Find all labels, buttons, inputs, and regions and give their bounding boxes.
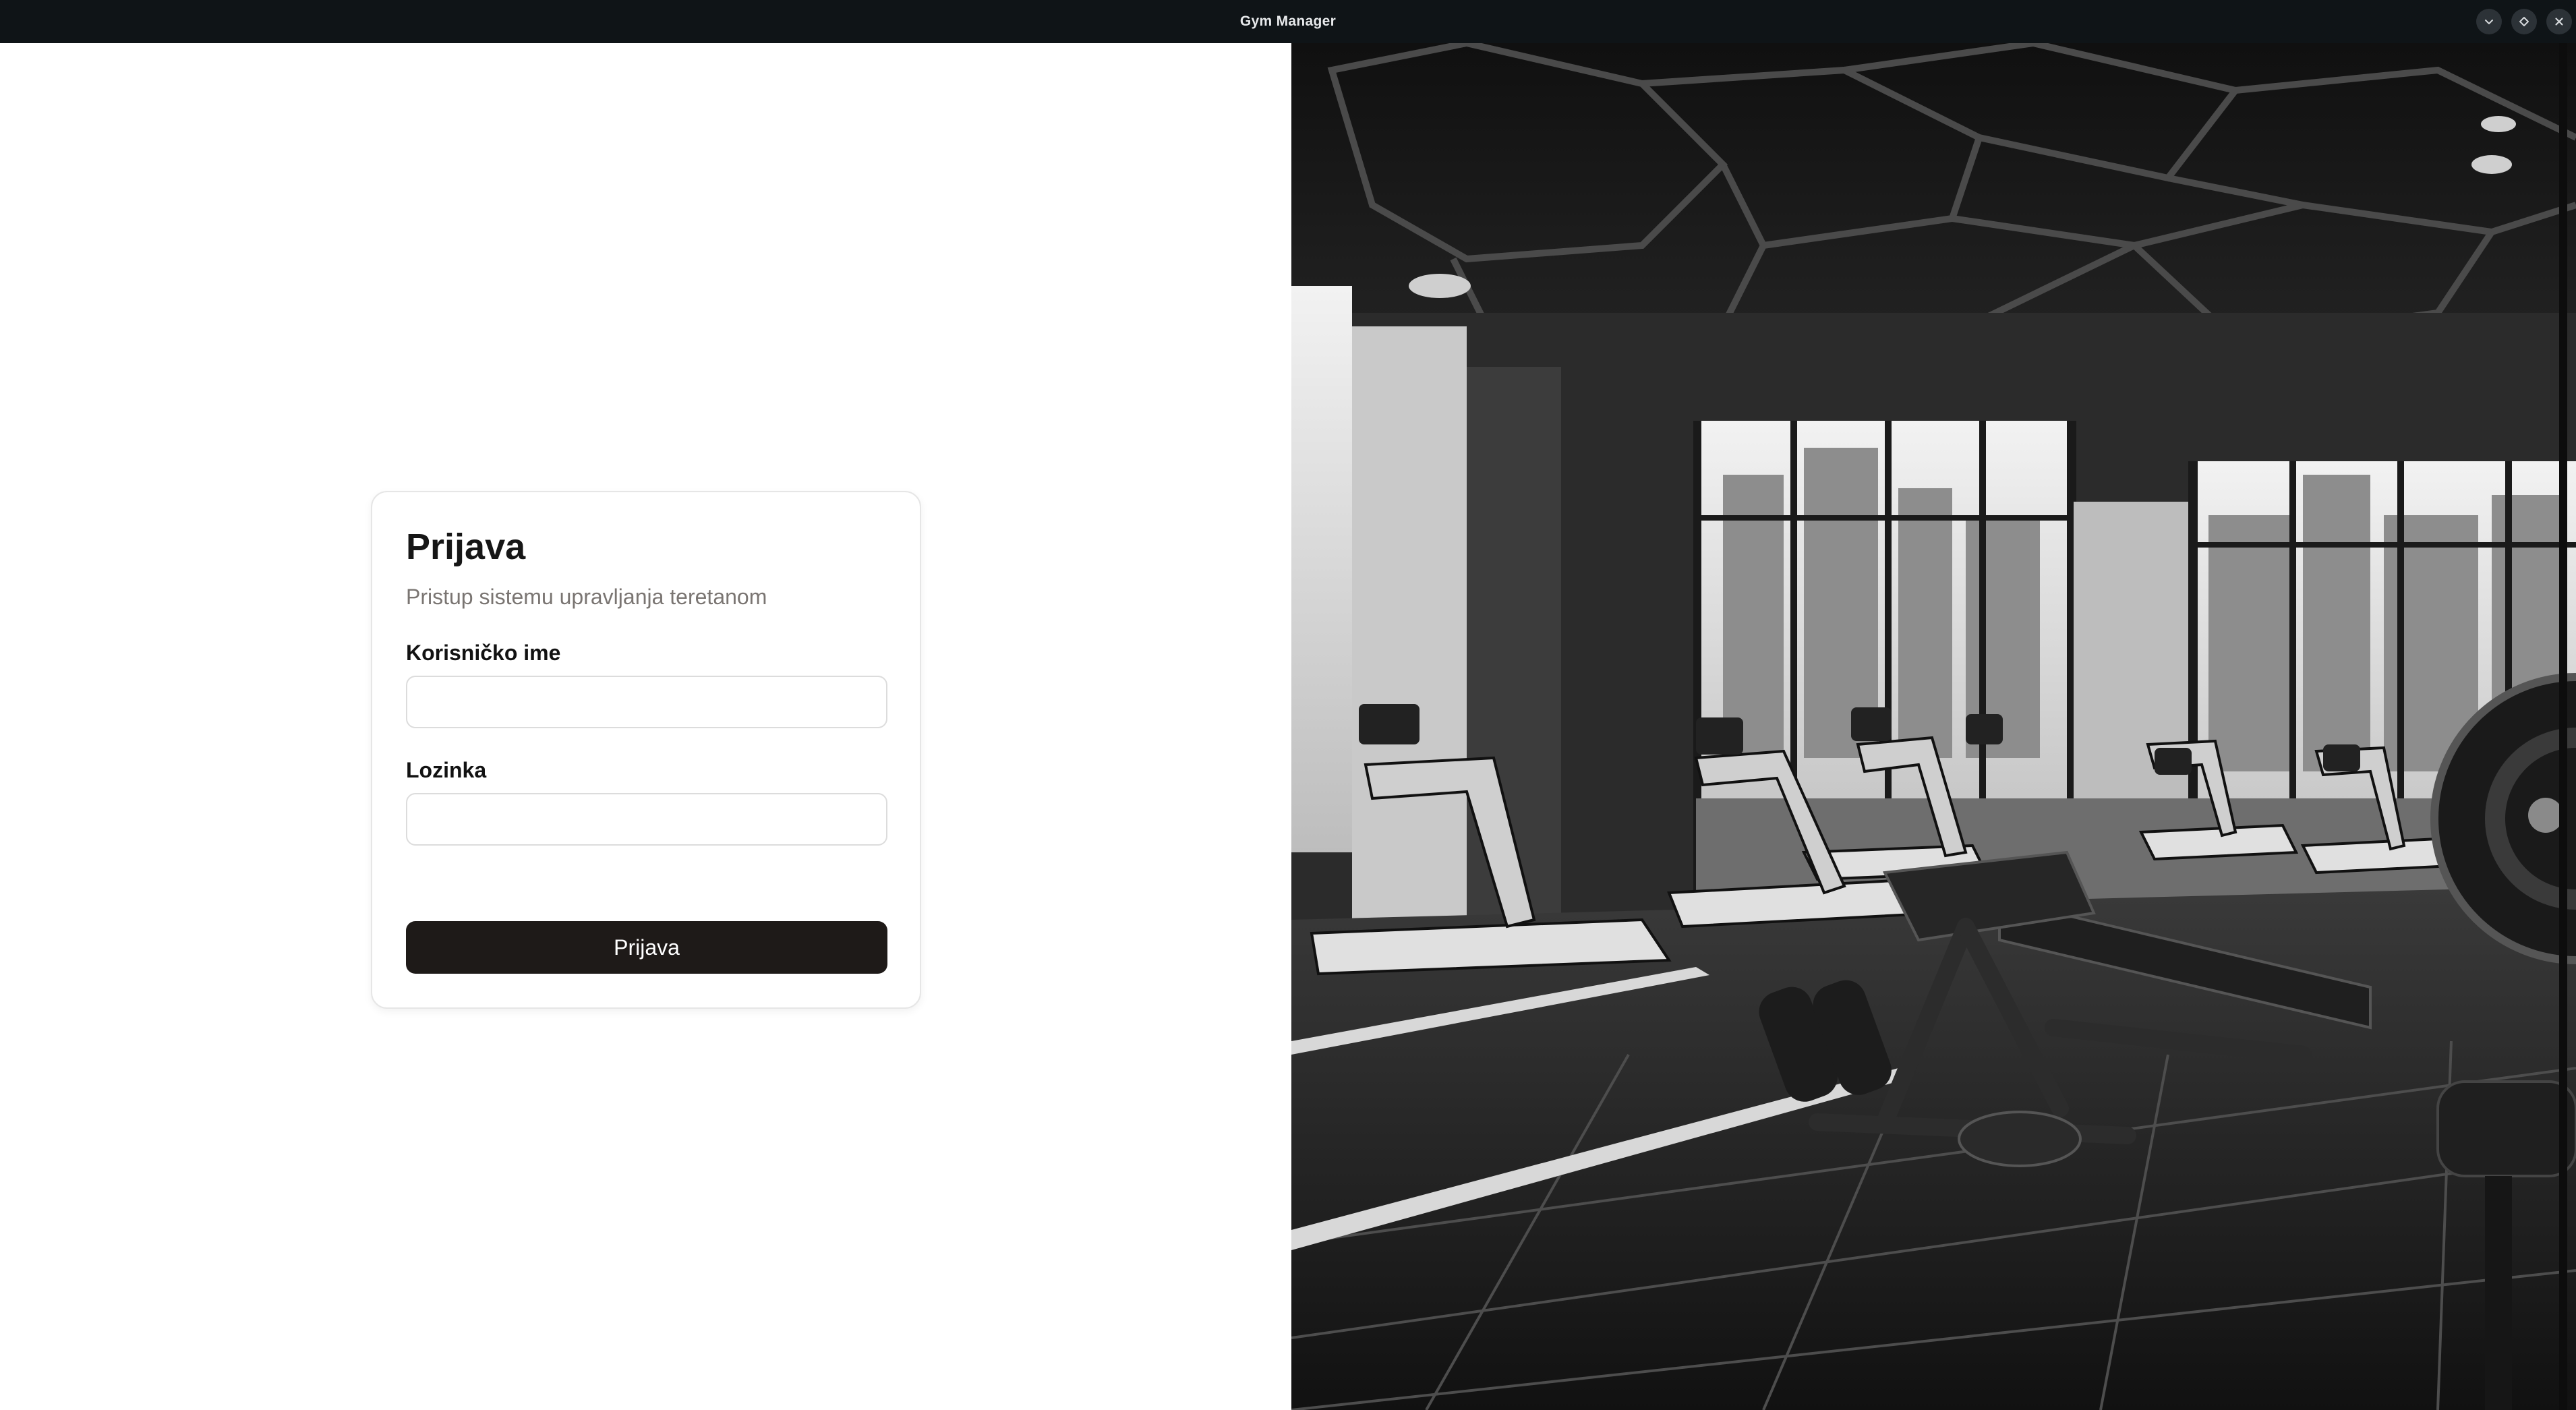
close-icon bbox=[2555, 18, 2563, 26]
minimize-button[interactable] bbox=[2476, 9, 2502, 34]
username-label: Korisničko ime bbox=[406, 641, 561, 665]
window-title: Gym Manager bbox=[1239, 13, 1337, 29]
login-button[interactable]: Prijava bbox=[406, 921, 887, 974]
chevron-down-icon bbox=[2485, 20, 2493, 24]
login-title: Prijava bbox=[406, 527, 526, 567]
login-subtitle: Pristup sistemu upravljanja teretanom bbox=[406, 585, 767, 609]
window-titlebar[interactable]: Gym Manager bbox=[0, 0, 2576, 43]
window-controls bbox=[2476, 0, 2572, 43]
login-card: Prijava Pristup sistemu upravljanja tere… bbox=[371, 491, 921, 1009]
maximize-button[interactable] bbox=[2511, 9, 2537, 34]
password-label: Lozinka bbox=[406, 758, 487, 782]
gym-interior-illustration bbox=[1291, 43, 2576, 1410]
gym-hero-image bbox=[1291, 43, 2576, 1410]
close-button[interactable] bbox=[2546, 9, 2572, 34]
username-input[interactable] bbox=[406, 676, 887, 728]
password-input[interactable] bbox=[406, 793, 887, 846]
diamond-icon bbox=[2519, 17, 2529, 26]
login-pane: Prijava Pristup sistemu upravljanja tere… bbox=[0, 43, 1291, 1410]
